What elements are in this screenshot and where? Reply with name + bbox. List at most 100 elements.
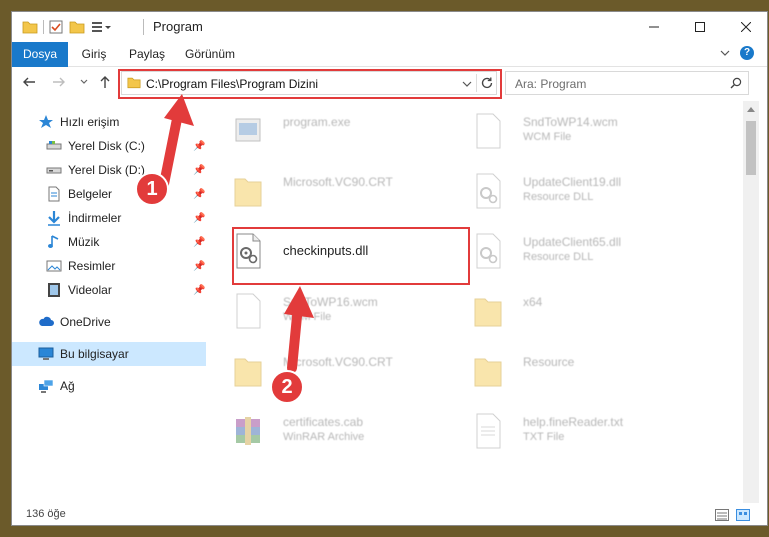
sidebar-item-videos[interactable]: Videolar 📌 (12, 278, 206, 302)
pin-icon[interactable]: 📌 (193, 237, 205, 248)
sidebar-item-onedrive[interactable]: OneDrive (12, 310, 206, 334)
sidebar-item-label: Yerel Disk (C:) (68, 139, 145, 153)
cloud-icon (39, 316, 54, 326)
close-button[interactable] (723, 12, 767, 42)
sidebar-item-label: Resimler (68, 259, 116, 273)
sidebar-item-label: Müzik (68, 235, 100, 249)
star-icon (39, 115, 53, 128)
list-item[interactable]: Microsoft.VC90.CRT (219, 167, 449, 223)
list-item[interactable]: UpdateClient65.dll Resource DLL (459, 227, 689, 283)
folder-icon (234, 358, 262, 387)
drive-icon (46, 141, 62, 150)
recent-locations-icon[interactable] (80, 78, 88, 86)
list-item[interactable]: help.fineReader.txt TXT File (459, 407, 689, 463)
large-icons-view-icon[interactable] (736, 509, 750, 521)
music-icon (48, 235, 59, 248)
file-type: WinRAR Archive (283, 431, 365, 443)
list-item[interactable]: program.exe (219, 107, 449, 163)
ribbon-tabs: Dosya Giriş Paylaş Görünüm ? (12, 42, 767, 98)
help-icon[interactable]: ? (740, 46, 754, 60)
step-2-badge: 2 (270, 370, 304, 404)
back-arrow-icon[interactable] (22, 75, 36, 89)
blank-file-icon (236, 293, 261, 329)
file-name: certificates.cab (283, 415, 364, 429)
up-arrow-icon[interactable] (98, 75, 112, 89)
maximize-button[interactable] (677, 12, 723, 42)
search-placeholder: Ara: Program (515, 77, 587, 91)
file-name: SndToWP14.wcm (523, 115, 618, 129)
sidebar-item-music[interactable]: Müzik 📌 (12, 230, 206, 254)
file-name: UpdateClient19.dll (523, 175, 622, 189)
step-1-badge: 1 (135, 172, 169, 206)
sidebar-item-label: Ağ (60, 379, 75, 393)
sidebar-item-network[interactable]: Ağ (12, 374, 206, 398)
list-item[interactable]: Resource (459, 347, 689, 403)
title-bar: Program (12, 12, 767, 42)
search-icon[interactable] (730, 77, 742, 89)
properties-icon[interactable] (49, 20, 63, 34)
scroll-up-icon[interactable] (747, 106, 755, 112)
list-item[interactable]: x64 (459, 287, 689, 343)
minimize-button[interactable] (631, 12, 677, 42)
title-divider (143, 19, 144, 35)
minimize-icon (649, 26, 659, 28)
dll-icon (476, 233, 501, 269)
blank-file-icon (476, 113, 501, 149)
folder-icon (474, 298, 502, 327)
details-view-icon[interactable] (715, 509, 729, 521)
sidebar-item-downloads[interactable]: İndirmeler 📌 (12, 206, 206, 230)
list-item[interactable]: UpdateClient19.dll Resource DLL (459, 167, 689, 223)
file-name: Microsoft.VC90.CRT (283, 175, 393, 189)
file-type: Resource DLL (523, 251, 594, 263)
file-name: x64 (523, 295, 543, 309)
sidebar-item-label: Yerel Disk (D:) (68, 163, 145, 177)
exe-icon (235, 118, 261, 142)
scrollbar-thumb[interactable] (746, 121, 756, 175)
toolbar-divider (43, 20, 44, 34)
explorer-window: Program Dosya Giriş Paylaş Görünüm ? C:\… (11, 11, 768, 526)
file-name: Resource (523, 355, 575, 369)
folder-icon (474, 358, 502, 387)
file-name: program.exe (283, 115, 351, 129)
forward-arrow-icon[interactable] (52, 75, 66, 89)
file-type: TXT File (523, 431, 565, 443)
document-icon (48, 186, 60, 202)
dll-icon (476, 173, 501, 209)
computer-icon (38, 347, 54, 360)
sidebar-item-label: Belgeler (68, 187, 113, 201)
file-name: help.fineReader.txt (523, 415, 624, 429)
sidebar-item-this-pc[interactable]: Bu bilgisayar (12, 342, 206, 366)
tab-giris[interactable]: Giriş (74, 42, 114, 66)
tab-gorunum[interactable]: Görünüm (180, 42, 240, 66)
text-file-icon (476, 413, 501, 449)
sidebar-item-label: Bu bilgisayar (60, 347, 129, 361)
pin-icon[interactable]: 📌 (193, 261, 205, 272)
download-icon (48, 211, 60, 226)
close-icon (741, 22, 751, 32)
folder-icon (234, 178, 262, 207)
status-bar: 136 öğe (12, 503, 767, 525)
sidebar-item-label: OneDrive (60, 315, 111, 329)
pin-icon[interactable]: 📌 (193, 285, 205, 296)
sidebar-item-pictures[interactable]: Resimler 📌 (12, 254, 206, 278)
list-item[interactable]: SndToWP16.wcm WCM File (219, 287, 449, 343)
sidebar-item-label: İndirmeler (68, 211, 122, 225)
file-highlight-box (232, 227, 470, 285)
list-item[interactable]: SndToWP14.wcm WCM File (459, 107, 689, 163)
folder-icon[interactable] (22, 20, 38, 34)
picture-icon (46, 260, 62, 272)
expand-ribbon-button[interactable] (720, 47, 730, 61)
list-item[interactable]: Microsoft.VC90.CRT (219, 347, 449, 403)
sidebar-item-label: Hızlı erişim (60, 115, 120, 129)
search-box[interactable]: Ara: Program (505, 71, 749, 95)
chevron-down-icon (720, 50, 730, 56)
file-type: WCM File (523, 131, 572, 143)
sidebar-item-label: Videolar (68, 283, 112, 297)
video-icon (48, 283, 60, 297)
list-item[interactable]: certificates.cab WinRAR Archive (219, 407, 449, 463)
tab-paylas[interactable]: Paylaş (122, 42, 172, 66)
customize-toolbar-icon[interactable] (91, 20, 113, 34)
new-folder-icon[interactable] (69, 20, 85, 34)
pin-icon[interactable]: 📌 (193, 213, 205, 224)
vertical-scrollbar[interactable] (743, 101, 759, 503)
